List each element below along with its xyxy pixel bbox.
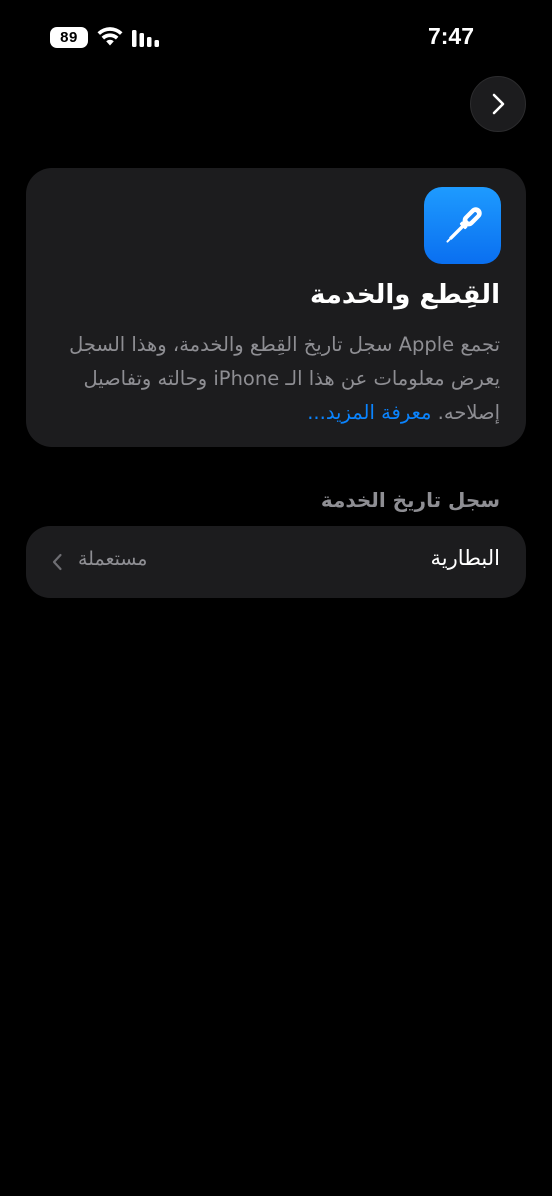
- card-description: تجمع Apple سجل تاريخ القِطع والخدمة، وهذ…: [69, 333, 500, 424]
- service-history-header: سجل تاريخ الخدمة: [320, 488, 500, 512]
- list-item-battery[interactable]: البطارية مستعملة: [26, 526, 526, 598]
- parts-service-card: القِطع والخدمة تجمع Apple سجل تاريخ القِ…: [26, 168, 526, 447]
- battery-level: 89: [60, 29, 78, 46]
- chevron-left-icon: [52, 553, 62, 571]
- row-label: البطارية: [430, 546, 500, 570]
- chevron-right-icon: [492, 93, 505, 115]
- card-description-block: تجمع Apple سجل تاريخ القِطع والخدمة، وهذ…: [52, 328, 500, 430]
- learn-more-link[interactable]: معرفة المزيد...: [307, 401, 431, 424]
- status-bar: 89 7:47: [0, 0, 552, 76]
- screwdriver-icon: [424, 187, 501, 264]
- battery-icon: 89: [50, 27, 88, 48]
- row-value: مستعملة: [78, 548, 148, 570]
- forward-button[interactable]: [470, 76, 526, 132]
- wifi-icon: [97, 27, 123, 46]
- card-title: القِطع والخدمة: [310, 280, 500, 310]
- clock-time: 7:47: [427, 23, 474, 49]
- cellular-signal-icon: [132, 30, 159, 47]
